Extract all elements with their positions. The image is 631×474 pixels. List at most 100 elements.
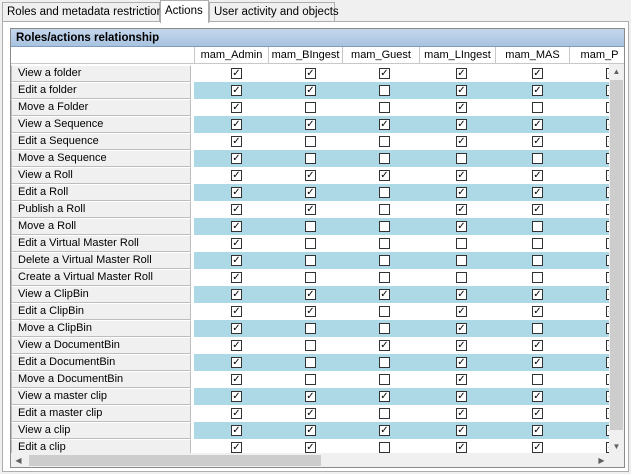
permission-checkbox[interactable]: ✓ — [456, 221, 467, 232]
tab-actions[interactable]: Actions — [160, 0, 209, 23]
permission-checkbox[interactable]: ✓ — [305, 408, 316, 419]
row-header[interactable]: Edit a Sequence — [11, 133, 191, 150]
permission-checkbox[interactable] — [456, 272, 467, 283]
row-header[interactable]: Create a Virtual Master Roll — [11, 269, 191, 286]
permission-checkbox[interactable] — [305, 374, 316, 385]
permission-checkbox[interactable]: ✓ — [231, 357, 242, 368]
permission-checkbox[interactable]: ✓ — [379, 119, 390, 130]
column-header-mam-admin[interactable]: mam_Admin — [194, 47, 268, 64]
permission-checkbox[interactable]: ✓ — [456, 68, 467, 79]
permission-checkbox[interactable]: ✓ — [231, 323, 242, 334]
permission-checkbox[interactable] — [305, 221, 316, 232]
row-header[interactable]: Edit a Virtual Master Roll — [11, 235, 191, 252]
permission-checkbox[interactable]: ✓ — [231, 374, 242, 385]
permission-checkbox[interactable]: ✓ — [305, 187, 316, 198]
permission-checkbox[interactable]: ✓ — [231, 408, 242, 419]
permission-checkbox[interactable]: ✓ — [231, 170, 242, 181]
column-header-mam-bingest[interactable]: mam_BIngest — [268, 47, 342, 64]
row-header[interactable]: Edit a Roll — [11, 184, 191, 201]
horizontal-scroll-thumb[interactable] — [29, 455, 321, 466]
vertical-scroll-thumb[interactable] — [610, 80, 623, 430]
row-header[interactable]: View a DocumentBin — [11, 337, 191, 354]
permission-checkbox[interactable]: ✓ — [379, 425, 390, 436]
permission-checkbox[interactable]: ✓ — [231, 187, 242, 198]
permission-checkbox[interactable]: ✓ — [532, 442, 543, 453]
arrow-right-icon[interactable]: ▶ — [594, 453, 609, 467]
permission-checkbox[interactable] — [456, 255, 467, 266]
row-header[interactable]: Move a DocumentBin — [11, 371, 191, 388]
permission-checkbox[interactable] — [532, 102, 543, 113]
permission-checkbox[interactable]: ✓ — [379, 170, 390, 181]
permission-checkbox[interactable]: ✓ — [456, 289, 467, 300]
permission-checkbox[interactable]: ✓ — [305, 425, 316, 436]
permission-checkbox[interactable]: ✓ — [456, 323, 467, 334]
permission-checkbox[interactable]: ✓ — [305, 170, 316, 181]
permission-checkbox[interactable]: ✓ — [305, 68, 316, 79]
arrow-up-icon[interactable]: ▲ — [609, 64, 624, 79]
permission-checkbox[interactable] — [532, 221, 543, 232]
permission-checkbox[interactable]: ✓ — [532, 170, 543, 181]
permission-checkbox[interactable] — [379, 306, 390, 317]
permission-checkbox[interactable]: ✓ — [379, 340, 390, 351]
permission-checkbox[interactable]: ✓ — [456, 136, 467, 147]
permission-checkbox[interactable]: ✓ — [231, 136, 242, 147]
permission-checkbox[interactable]: ✓ — [231, 306, 242, 317]
permission-checkbox[interactable]: ✓ — [379, 289, 390, 300]
permission-checkbox[interactable] — [379, 442, 390, 453]
permission-checkbox[interactable]: ✓ — [231, 289, 242, 300]
arrow-left-icon[interactable]: ◀ — [11, 453, 26, 467]
arrow-down-icon[interactable]: ▼ — [609, 439, 624, 454]
permission-checkbox[interactable]: ✓ — [532, 204, 543, 215]
column-header-mam-p[interactable]: mam_P — [569, 47, 624, 64]
permission-checkbox[interactable]: ✓ — [231, 68, 242, 79]
permission-checkbox[interactable]: ✓ — [231, 153, 242, 164]
permission-checkbox[interactable] — [456, 238, 467, 249]
permission-checkbox[interactable]: ✓ — [456, 170, 467, 181]
permission-checkbox[interactable]: ✓ — [305, 289, 316, 300]
permission-checkbox[interactable] — [379, 357, 390, 368]
row-header[interactable]: Edit a folder — [11, 82, 191, 99]
permission-checkbox[interactable] — [532, 323, 543, 334]
permission-checkbox[interactable]: ✓ — [231, 238, 242, 249]
permission-checkbox[interactable] — [379, 187, 390, 198]
permission-checkbox[interactable]: ✓ — [456, 391, 467, 402]
permission-checkbox[interactable]: ✓ — [231, 119, 242, 130]
row-header[interactable]: Edit a DocumentBin — [11, 354, 191, 371]
row-header[interactable]: Move a Sequence — [11, 150, 191, 167]
permission-checkbox[interactable]: ✓ — [231, 221, 242, 232]
permission-checkbox[interactable] — [305, 323, 316, 334]
permission-checkbox[interactable]: ✓ — [231, 85, 242, 96]
permission-checkbox[interactable]: ✓ — [456, 85, 467, 96]
permission-checkbox[interactable]: ✓ — [305, 306, 316, 317]
permission-checkbox[interactable]: ✓ — [305, 391, 316, 402]
permission-checkbox[interactable]: ✓ — [532, 85, 543, 96]
permission-checkbox[interactable] — [305, 255, 316, 266]
permission-checkbox[interactable]: ✓ — [305, 85, 316, 96]
permission-checkbox[interactable]: ✓ — [231, 340, 242, 351]
row-header[interactable]: View a Roll — [11, 167, 191, 184]
permission-checkbox[interactable]: ✓ — [456, 119, 467, 130]
permission-checkbox[interactable] — [532, 153, 543, 164]
permission-checkbox[interactable] — [305, 357, 316, 368]
permission-checkbox[interactable]: ✓ — [532, 340, 543, 351]
row-header[interactable]: Move a Folder — [11, 99, 191, 116]
permission-checkbox[interactable]: ✓ — [456, 442, 467, 453]
column-header-mam-guest[interactable]: mam_Guest — [342, 47, 419, 64]
permission-checkbox[interactable] — [379, 153, 390, 164]
permission-checkbox[interactable] — [379, 238, 390, 249]
row-header[interactable]: Edit a clip — [11, 439, 191, 454]
permission-checkbox[interactable]: ✓ — [231, 255, 242, 266]
permission-checkbox[interactable] — [379, 408, 390, 419]
permission-checkbox[interactable]: ✓ — [532, 289, 543, 300]
row-header[interactable]: Edit a master clip — [11, 405, 191, 422]
horizontal-scrollbar[interactable]: ◀ ▶ — [11, 453, 624, 467]
permission-checkbox[interactable] — [379, 102, 390, 113]
permission-checkbox[interactable] — [379, 221, 390, 232]
permission-checkbox[interactable] — [305, 238, 316, 249]
permission-checkbox[interactable] — [379, 374, 390, 385]
permission-checkbox[interactable]: ✓ — [231, 102, 242, 113]
permission-checkbox[interactable]: ✓ — [379, 391, 390, 402]
permission-checkbox[interactable] — [305, 102, 316, 113]
permission-checkbox[interactable] — [456, 153, 467, 164]
permission-checkbox[interactable] — [305, 340, 316, 351]
